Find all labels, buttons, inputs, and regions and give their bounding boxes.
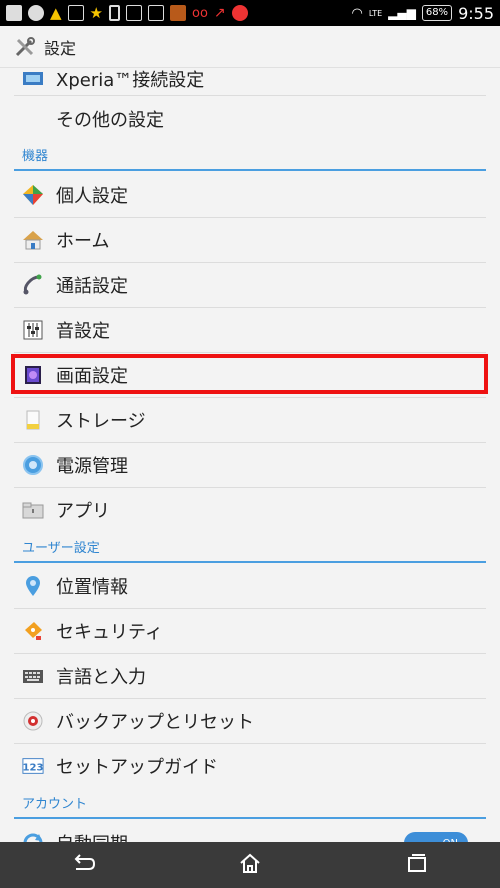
settings-tools-icon[interactable] (14, 36, 36, 58)
notification-icons: ▲ ★ oo ↗ (6, 4, 352, 22)
list-item-label: 個人設定 (56, 185, 128, 207)
clock: 9:55 (458, 3, 494, 23)
notification-icon (67, 5, 84, 21)
recent-apps-icon (405, 852, 429, 878)
list-item-home[interactable]: ホーム (0, 217, 500, 262)
home-button[interactable] (220, 842, 280, 888)
list-item-language-input[interactable]: 言語と入力 (0, 653, 500, 698)
navigation-bar (0, 842, 500, 888)
security-icon (22, 620, 44, 642)
system-indicators: ◠ LTE ▂▄▆ 68% 9:55 (352, 4, 495, 23)
power-icon (22, 454, 44, 476)
svg-text:123: 123 (22, 762, 43, 773)
list-item-label: 電源管理 (56, 455, 128, 477)
home-icon (238, 852, 262, 878)
app-icon (170, 5, 186, 21)
list-item-personalize[interactable]: 個人設定 (0, 172, 500, 217)
list-item-label: 画面設定 (56, 365, 128, 387)
list-item-label: ストレージ (56, 410, 146, 432)
section-header-user-settings: ユーザー設定 (22, 541, 100, 556)
battery-indicator: 68% (421, 5, 453, 21)
star-icon: ★ (89, 4, 103, 22)
list-item-label: 自動同期 (56, 830, 128, 843)
section-divider (14, 169, 486, 171)
list-item-label: ホーム (56, 230, 110, 252)
list-item-label: セキュリティ (56, 621, 163, 643)
back-button[interactable] (53, 842, 113, 888)
list-item-label: バックアップとリセット (56, 711, 254, 733)
list-item-power-management[interactable]: 電源管理 (0, 442, 500, 487)
personalize-icon (22, 184, 44, 206)
list-item-setup-guide[interactable]: 123 セットアップガイド (0, 743, 500, 788)
list-item-label: 言語と入力 (56, 666, 146, 688)
settings-list[interactable]: Xperia™接続設定 その他の設定 機器 個人設定 ホーム 通話設定 音設定 (0, 68, 500, 842)
warning-icon: ▲ (50, 4, 62, 22)
image-icon (126, 5, 142, 21)
network-label: LTE (368, 8, 383, 18)
list-item-backup-reset[interactable]: バックアップとリセット (0, 698, 500, 743)
status-bar: ▲ ★ oo ↗ ◠ LTE ▂▄▆ 68% 9:55 (0, 0, 500, 26)
home-icon (22, 229, 44, 251)
list-item-label: 位置情報 (56, 576, 128, 598)
phone-notification-icon (109, 5, 120, 21)
list-item-label: Xperia™接続設定 (56, 69, 205, 91)
list-item-call-settings[interactable]: 通話設定 (0, 262, 500, 307)
list-item-label: セットアップガイド (56, 756, 218, 778)
notification-icon (6, 5, 22, 21)
section-header-devices: 機器 (22, 149, 49, 164)
list-item-auto-sync[interactable]: 自動同期 ON (0, 820, 500, 842)
list-item-display[interactable]: 画面設定 (0, 352, 500, 397)
setup-guide-icon: 123 (22, 755, 44, 777)
list-item-other-settings[interactable]: その他の設定 (0, 96, 500, 141)
list-item-label: 通話設定 (56, 275, 128, 297)
section-header-account: アカウント (22, 797, 88, 812)
list-item-label: アプリ (56, 500, 110, 522)
list-item-location[interactable]: 位置情報 (0, 563, 500, 608)
phone-icon (22, 274, 44, 296)
storage-icon (22, 409, 44, 431)
list-item-label: その他の設定 (56, 109, 164, 131)
location-icon (22, 575, 44, 597)
sound-icon (22, 319, 44, 341)
missed-call-icon: ↗ (213, 5, 226, 21)
sync-icon (22, 832, 44, 842)
mail-icon (148, 5, 164, 21)
action-bar: 設定 (0, 26, 500, 68)
notification-icon (28, 5, 44, 21)
back-icon (70, 853, 96, 877)
voicemail-icon: oo (192, 5, 208, 21)
list-item-apps[interactable]: アプリ (0, 487, 500, 532)
list-item-security[interactable]: セキュリティ (0, 608, 500, 653)
signal-icon: ▂▄▆ (388, 6, 416, 20)
search-notification-icon (231, 5, 248, 21)
display-icon (22, 364, 44, 386)
keyboard-icon (22, 665, 44, 687)
apps-icon (22, 499, 44, 521)
list-item-storage[interactable]: ストレージ (0, 397, 500, 442)
auto-sync-toggle[interactable]: ON (404, 832, 468, 842)
section-divider (14, 817, 486, 819)
page-title: 設定 (44, 38, 77, 58)
backup-icon (22, 710, 44, 732)
recent-apps-button[interactable] (387, 842, 447, 888)
list-item-label: 音設定 (56, 320, 110, 342)
wifi-icon: ◠ (351, 5, 363, 21)
list-item-sound[interactable]: 音設定 (0, 307, 500, 352)
xperia-connect-icon (22, 68, 44, 90)
